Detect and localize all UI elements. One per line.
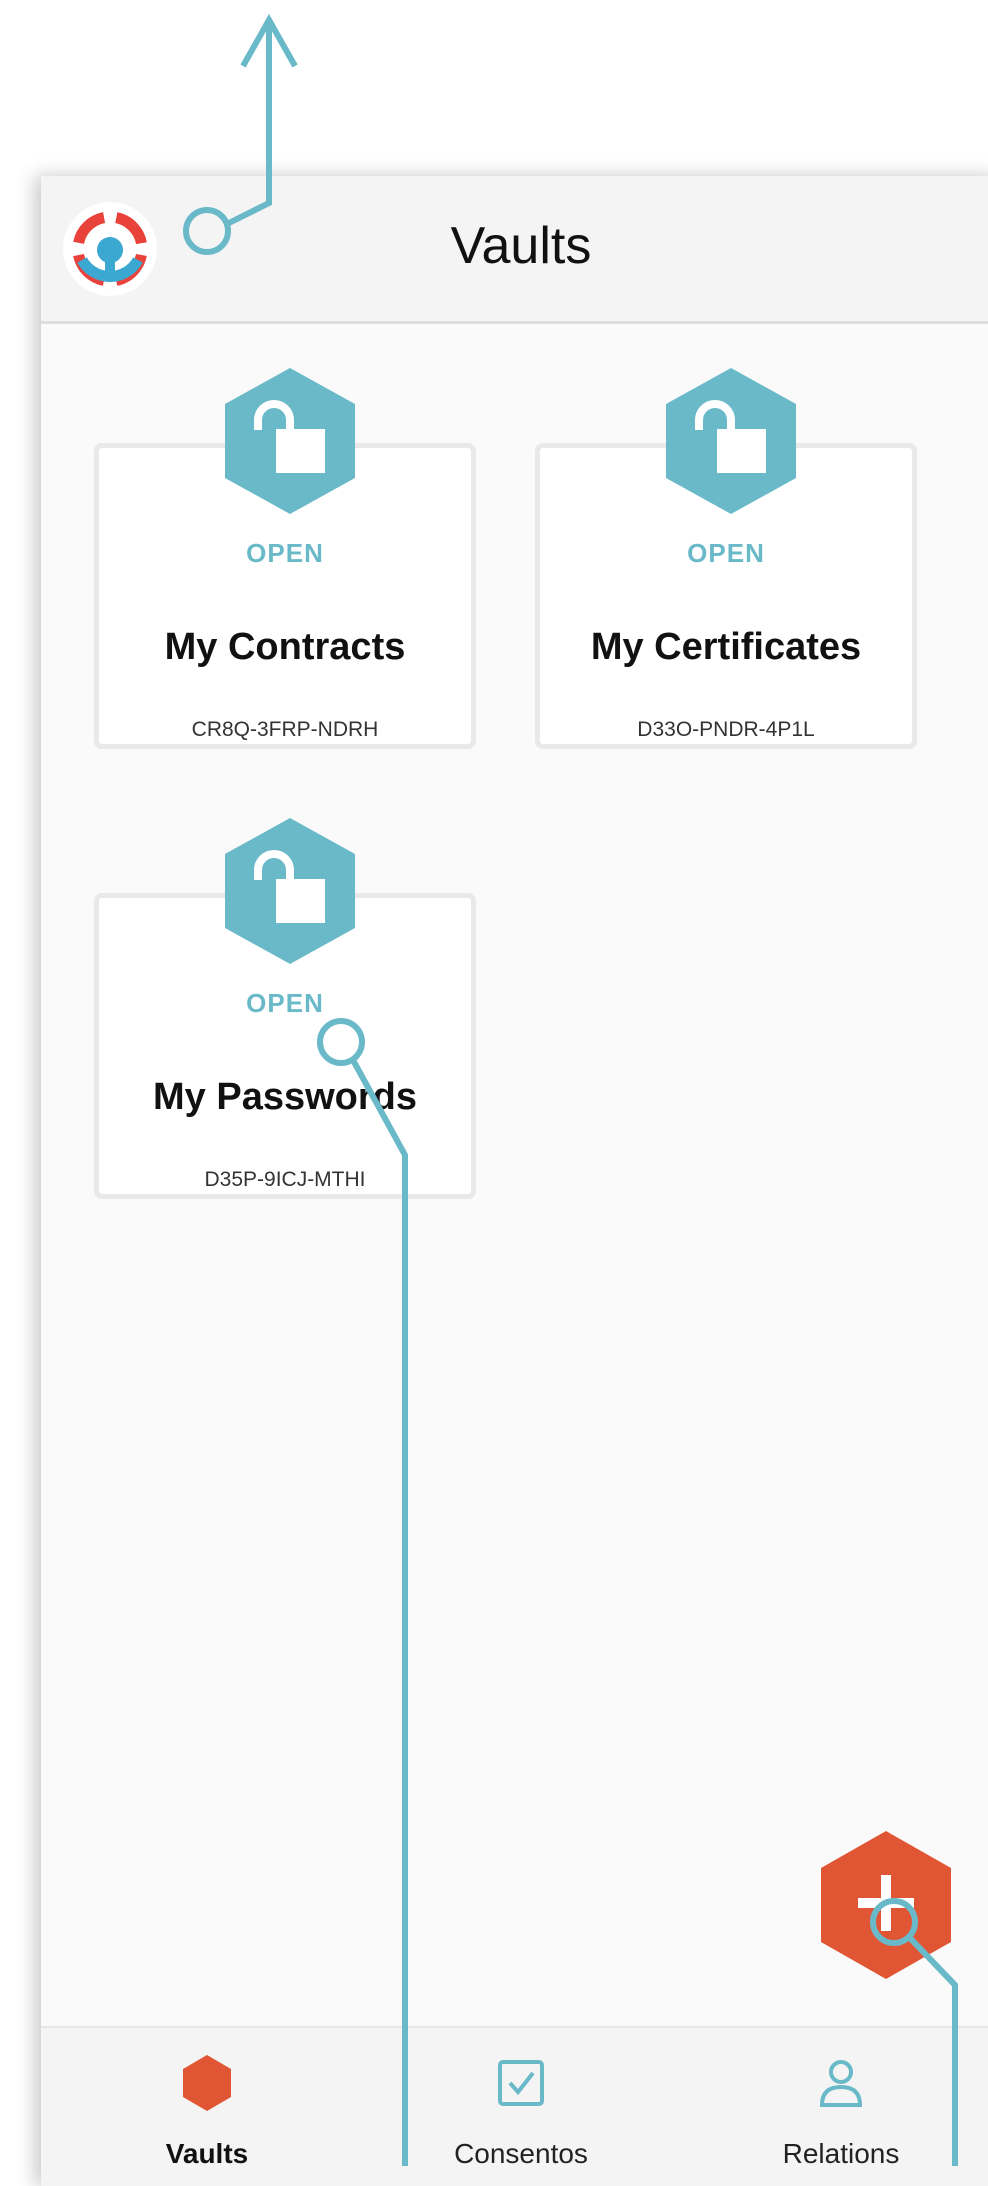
nav-item-vaults[interactable]: Vaults [82, 2028, 332, 2186]
checkbox-icon [498, 2060, 544, 2106]
add-vault-button[interactable] [818, 1829, 954, 1981]
nav-label: Vaults [165, 2138, 249, 2169]
page-title: Vaults [450, 217, 592, 275]
nav-item-relations[interactable]: Relations [716, 2028, 966, 2186]
hexagon-icon [183, 2055, 231, 2111]
nav-label: Consentos [454, 2138, 588, 2169]
unlocked-padlock-icon [666, 368, 796, 514]
vault-name: My Passwords [153, 1076, 417, 1118]
vault-name: My Contracts [164, 626, 406, 668]
vault-code: D33O-PNDR-4P1L [637, 718, 815, 741]
nav-label: Relations [782, 2138, 900, 2169]
vault-code: CR8Q-3FRP-NDRH [191, 718, 379, 741]
vault-card[interactable]: OPEN My Passwords D35P-9ICJ-MTHI [94, 818, 476, 1199]
phone-screen: Vaults OPEN My Contracts CR8Q-3FRP-NDRH … [41, 176, 988, 2186]
vault-card[interactable]: OPEN My Certificates D33O-PNDR-4P1L [535, 368, 917, 749]
unlocked-padlock-icon [225, 368, 355, 514]
nav-item-consentos[interactable]: Consentos [396, 2028, 646, 2186]
vault-status: OPEN [246, 538, 324, 568]
unlocked-padlock-icon [225, 818, 355, 964]
bottom-nav: Vaults Consentos Relations [41, 2026, 988, 2186]
vault-card[interactable]: OPEN My Contracts CR8Q-3FRP-NDRH [94, 368, 476, 749]
app-bar: Vaults [41, 176, 988, 324]
person-icon [819, 2060, 863, 2107]
vault-name: My Certificates [590, 626, 862, 668]
vault-status: OPEN [687, 538, 765, 568]
vault-code: D35P-9ICJ-MTHI [204, 1168, 366, 1191]
vault-status: OPEN [246, 988, 324, 1018]
